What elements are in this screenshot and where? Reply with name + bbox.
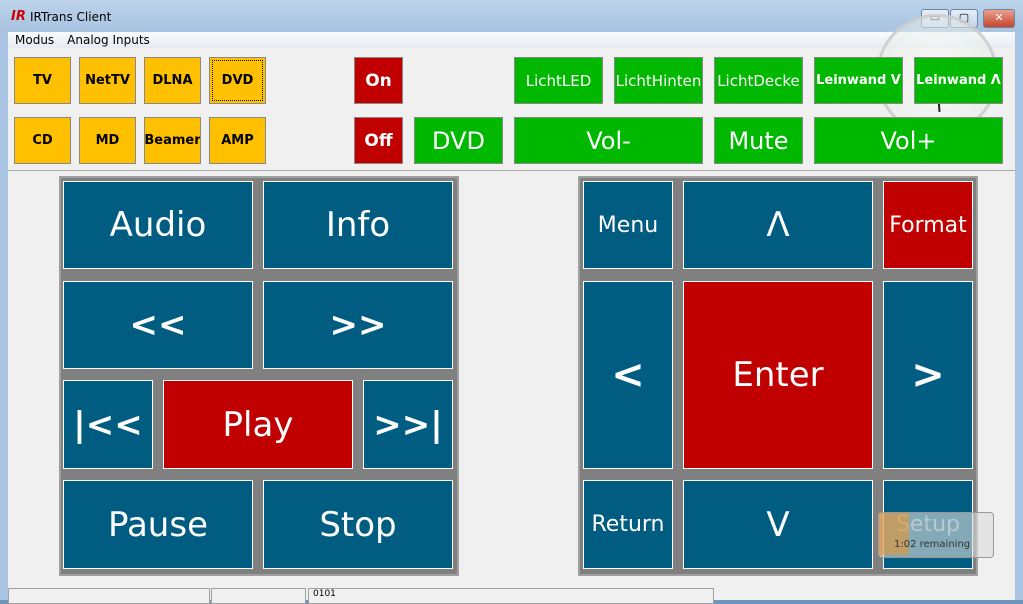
menu-button[interactable]: Menu: [583, 181, 673, 269]
mute-button[interactable]: Mute: [714, 117, 803, 164]
source-amp[interactable]: AMP: [209, 117, 266, 164]
power-on-button[interactable]: On: [354, 57, 403, 104]
window-title: IRTrans Client: [30, 10, 112, 24]
licht-decke-button[interactable]: LichtDecke: [714, 57, 803, 104]
stop-button[interactable]: Stop: [263, 480, 453, 569]
return-button[interactable]: Return: [583, 480, 673, 569]
rewind-button[interactable]: <<: [63, 281, 253, 369]
pause-button[interactable]: Pause: [63, 480, 253, 569]
fast-forward-button[interactable]: >>: [263, 281, 453, 369]
audio-button[interactable]: Audio: [63, 181, 253, 269]
dvd-button[interactable]: DVD: [414, 117, 503, 164]
next-button[interactable]: >>|: [363, 380, 453, 469]
menu-bar: Modus Analog Inputs: [8, 32, 1015, 48]
source-md[interactable]: MD: [79, 117, 136, 164]
minimize-button[interactable]: ▭: [921, 9, 949, 28]
source-nettv[interactable]: NetTV: [79, 57, 136, 104]
status-pane-1: [8, 588, 210, 604]
menu-analog-inputs[interactable]: Analog Inputs: [67, 33, 150, 47]
down-button[interactable]: V: [683, 480, 873, 569]
power-off-button[interactable]: Off: [354, 117, 403, 164]
battery-remaining: 1:02 remaining: [894, 539, 971, 550]
menu-modus[interactable]: Modus: [15, 33, 54, 47]
right-button[interactable]: >: [883, 281, 973, 469]
source-cd[interactable]: CD: [14, 117, 71, 164]
app-window: IR IRTrans Client ▭ ▢ ✕ Modus Analog Inpu…: [0, 0, 1023, 604]
left-button[interactable]: <: [583, 281, 673, 469]
licht-led-button[interactable]: LichtLED: [514, 57, 603, 104]
leinwand-up-button[interactable]: Leinwand Λ: [914, 57, 1003, 104]
up-button[interactable]: Λ: [683, 181, 873, 269]
previous-button[interactable]: |<<: [63, 380, 153, 469]
status-pane-2: [211, 588, 306, 604]
source-dlna[interactable]: DLNA: [144, 57, 201, 104]
battery-gadget: 1:02 remaining: [878, 512, 994, 558]
maximize-button[interactable]: ▢: [950, 9, 978, 28]
volume-up-button[interactable]: Vol+: [814, 117, 1003, 164]
volume-down-button[interactable]: Vol-: [514, 117, 703, 164]
source-dvd[interactable]: DVD: [209, 57, 266, 104]
app-logo: IR: [11, 9, 26, 24]
play-button[interactable]: Play: [163, 380, 353, 469]
status-pane-3: 0101: [308, 588, 714, 604]
enter-button[interactable]: Enter: [683, 281, 873, 469]
source-beamer[interactable]: Beamer: [144, 117, 201, 164]
divider: [8, 170, 1015, 171]
licht-hinten-button[interactable]: LichtHinten: [614, 57, 703, 104]
leinwand-down-button[interactable]: Leinwand V: [814, 57, 903, 104]
close-button[interactable]: ✕: [983, 9, 1015, 28]
info-button[interactable]: Info: [263, 181, 453, 269]
format-button[interactable]: Format: [883, 181, 973, 269]
source-tv[interactable]: TV: [14, 57, 71, 104]
